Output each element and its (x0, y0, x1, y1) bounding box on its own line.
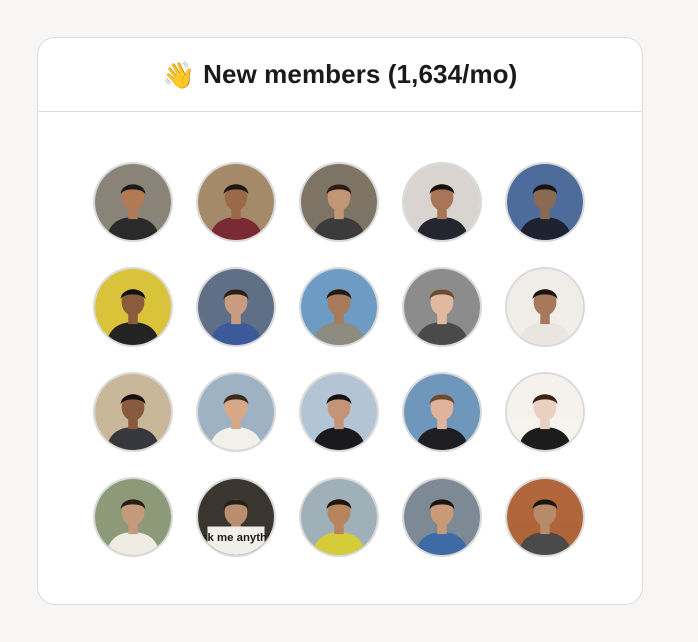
avatar-portrait (198, 164, 274, 240)
avatar-portrait (404, 164, 480, 240)
member-avatar[interactable] (93, 477, 173, 557)
avatar-portrait (507, 479, 583, 555)
avatar-portrait (507, 164, 583, 240)
member-avatar[interactable] (299, 372, 379, 452)
member-avatar[interactable] (402, 267, 482, 347)
new-members-card: 👋 New members (1,634/mo) ask me anythin (37, 37, 643, 605)
member-avatar[interactable] (93, 372, 173, 452)
member-avatar[interactable] (402, 477, 482, 557)
avatar-portrait (507, 374, 583, 450)
member-avatar[interactable] (93, 267, 173, 347)
avatar-portrait (198, 374, 274, 450)
member-avatar[interactable] (196, 267, 276, 347)
member-avatar[interactable] (196, 162, 276, 242)
avatar-portrait (95, 374, 171, 450)
avatar-portrait (404, 479, 480, 555)
avatar-portrait (404, 374, 480, 450)
avatar-portrait (95, 479, 171, 555)
member-avatar[interactable] (402, 162, 482, 242)
member-avatar[interactable] (505, 267, 585, 347)
member-avatar[interactable] (402, 372, 482, 452)
avatar-portrait (301, 479, 377, 555)
member-avatar[interactable] (299, 162, 379, 242)
member-avatar-grid: ask me anythin (93, 162, 589, 557)
avatar-portrait (301, 164, 377, 240)
member-avatar[interactable] (505, 477, 585, 557)
avatar-portrait (95, 164, 171, 240)
member-avatar[interactable] (93, 162, 173, 242)
member-avatar[interactable]: ask me anythin (196, 477, 276, 557)
member-avatar[interactable] (505, 372, 585, 452)
avatar-portrait (507, 269, 583, 345)
member-avatar[interactable] (505, 162, 585, 242)
avatar-sign-text: ask me anythin (198, 532, 274, 544)
avatar-portrait: ask me anythin (198, 479, 274, 555)
card-title-text: New members (1,634/mo) (203, 59, 518, 89)
waving-hand-icon: 👋 (162, 59, 196, 90)
avatar-portrait (198, 269, 274, 345)
card-title: 👋 New members (1,634/mo) (163, 59, 518, 90)
avatar-portrait (301, 269, 377, 345)
member-avatar[interactable] (196, 372, 276, 452)
member-avatar[interactable] (299, 477, 379, 557)
avatar-portrait (301, 374, 377, 450)
member-avatar[interactable] (299, 267, 379, 347)
card-header: 👋 New members (1,634/mo) (38, 38, 642, 112)
avatar-portrait (404, 269, 480, 345)
avatar-portrait (95, 269, 171, 345)
